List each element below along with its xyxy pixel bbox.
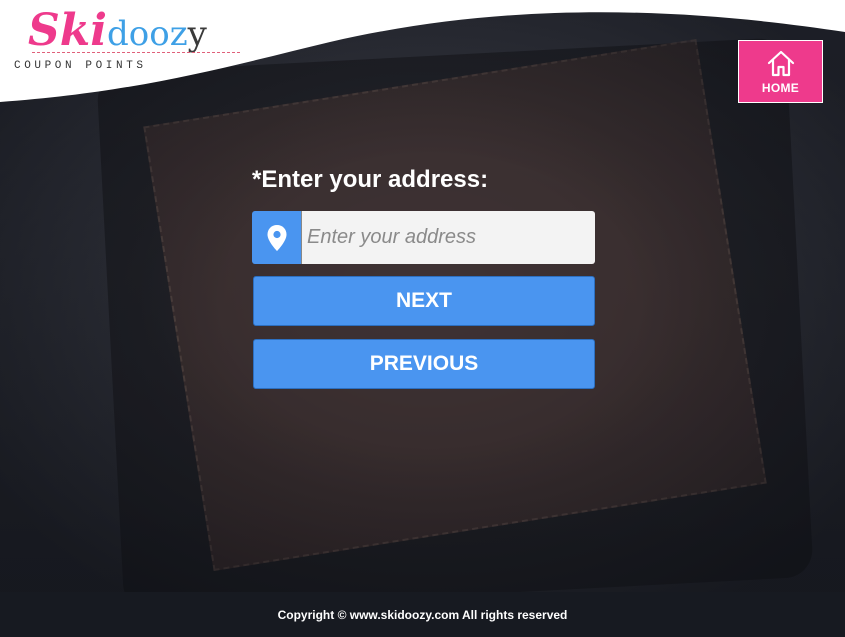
logo-underline [32, 52, 240, 53]
address-form: *Enter your address: NEXT PREVIOUS [252, 166, 596, 389]
address-label: *Enter your address: [252, 166, 489, 193]
map-pin-icon [252, 211, 301, 264]
home-button-label: HOME [761, 80, 800, 95]
logo-text-dooz: dooz [106, 14, 188, 54]
address-field [252, 211, 595, 264]
footer: Copyright © www.skidoozy.com All rights … [0, 592, 845, 637]
next-button[interactable]: NEXT [253, 276, 595, 326]
logo-text-y: y [187, 14, 207, 54]
home-icon [767, 50, 794, 76]
previous-button[interactable]: PREVIOUS [253, 339, 595, 389]
address-input[interactable] [301, 211, 595, 264]
logo[interactable]: Skidoozy COUPON POINTS [14, 6, 254, 76]
home-button[interactable]: HOME [738, 40, 823, 103]
logo-tagline: COUPON POINTS [14, 60, 147, 72]
footer-copyright: Copyright © www.skidoozy.com All rights … [277, 607, 568, 622]
logo-text-ski: Ski [28, 5, 107, 56]
